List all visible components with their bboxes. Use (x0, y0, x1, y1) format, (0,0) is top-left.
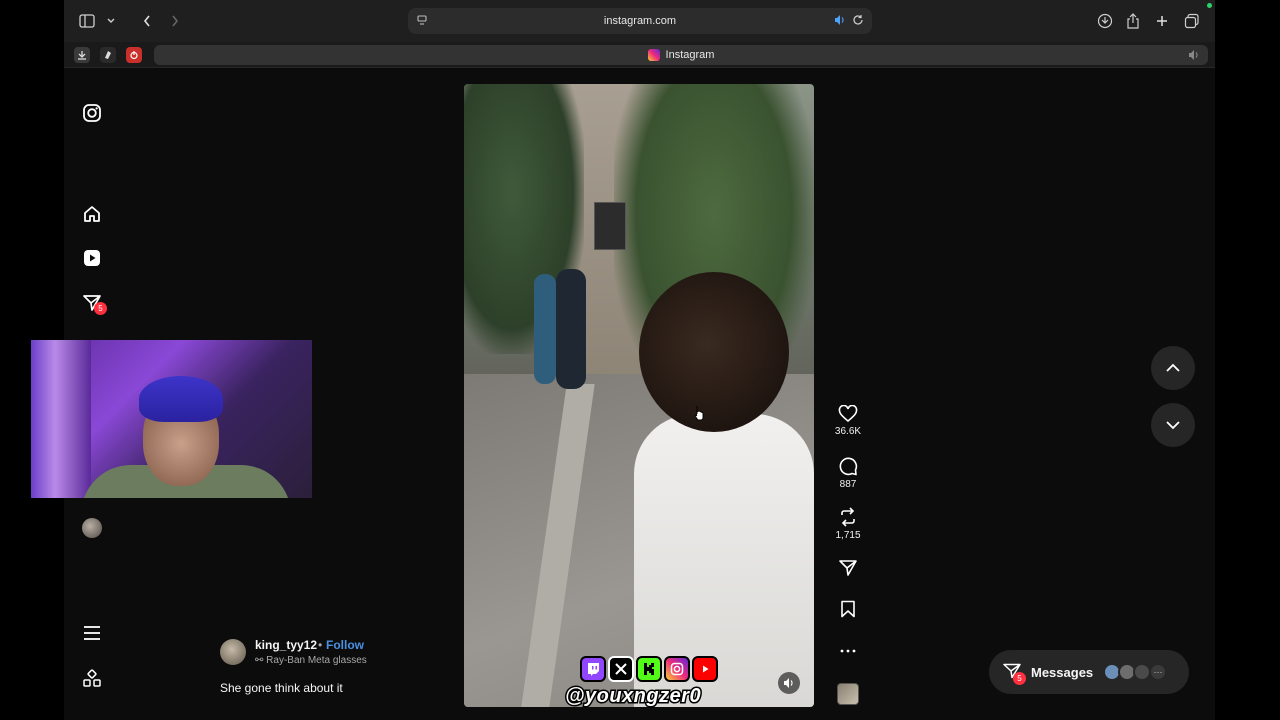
address-bar[interactable]: instagram.com (408, 8, 872, 34)
sidebar-toggle-icon[interactable] (76, 10, 98, 32)
author-avatar[interactable] (220, 639, 246, 665)
streamer-handle: @youxngzer0 (563, 684, 702, 709)
downloads-icon[interactable] (1094, 10, 1116, 32)
instagram-logo-icon[interactable] (81, 102, 103, 124)
reload-icon[interactable] (852, 14, 864, 29)
x-icon (608, 656, 634, 682)
reels-icon[interactable] (81, 247, 103, 269)
new-tab-icon[interactable] (1151, 10, 1173, 32)
tab-title: Instagram (665, 49, 715, 61)
next-reel-button[interactable] (1151, 403, 1195, 447)
messages-label: Messages (1031, 665, 1094, 680)
more-apps-icon[interactable] (81, 668, 103, 690)
repost-count: 1,715 (835, 530, 861, 541)
recording-indicator (1207, 3, 1212, 8)
heart-icon (838, 405, 858, 423)
comment-icon (839, 457, 858, 476)
notifications-badge: 5 (94, 302, 107, 315)
chevron-down-icon[interactable] (100, 10, 122, 32)
video-sign (594, 202, 626, 250)
separator-dot: • (318, 638, 323, 652)
device-label-row: ⚯ Ray-Ban Meta glasses (255, 655, 367, 666)
tab-overview-icon[interactable] (1181, 10, 1203, 32)
speaker-icon[interactable] (834, 14, 846, 29)
tab-audio-icon[interactable] (1188, 49, 1200, 64)
author-username[interactable]: king_tyy12 (255, 638, 317, 652)
url-text: instagram.com (603, 15, 677, 27)
forward-icon[interactable] (164, 10, 186, 32)
like-count: 36.6K (834, 426, 862, 437)
device-label: Ray-Ban Meta glasses (266, 655, 367, 666)
page-settings-icon[interactable] (416, 14, 428, 29)
hand-cursor-icon (693, 405, 705, 426)
more-avatars-icon: ··· (1149, 663, 1167, 681)
twitch-icon (580, 656, 606, 682)
repost-button[interactable]: 1,715 (832, 507, 864, 541)
webcam-durag (139, 376, 223, 422)
video-person-head (639, 272, 789, 432)
share-icon[interactable] (1122, 10, 1144, 32)
comment-button[interactable]: 887 (832, 456, 864, 490)
audio-thumbnail[interactable] (837, 683, 859, 705)
pinned-tab-power-icon[interactable] (126, 47, 142, 63)
video-walker (556, 269, 586, 389)
menu-icon[interactable] (81, 622, 103, 644)
tab-bar: Instagram (64, 42, 1215, 68)
mute-toggle-button[interactable] (778, 672, 800, 694)
instagram-icon (664, 656, 690, 682)
youtube-icon (692, 656, 718, 682)
save-button[interactable] (832, 600, 864, 618)
glasses-icon: ⚯ (255, 655, 267, 666)
pinned-tab-icon[interactable] (100, 47, 116, 63)
send-icon (839, 560, 857, 576)
repost-icon (841, 507, 855, 527)
back-icon[interactable] (136, 10, 158, 32)
like-button[interactable]: 36.6K (832, 405, 864, 437)
reel-video[interactable] (464, 84, 814, 707)
browser-toolbar: instagram.com (64, 0, 1215, 42)
instagram-favicon-icon (647, 49, 660, 61)
post-caption: She gone think about it (220, 681, 343, 695)
pinned-tab-download-icon[interactable] (74, 47, 90, 63)
letterbox-right (1215, 0, 1280, 720)
home-icon[interactable] (81, 203, 103, 225)
chevron-down-icon (1166, 421, 1180, 430)
video-walker (534, 274, 556, 384)
webcam-overlay (31, 340, 312, 498)
profile-avatar[interactable] (82, 518, 102, 538)
kick-icon (636, 656, 662, 682)
messages-button[interactable]: 5 Messages ··· (989, 650, 1189, 694)
social-icons (580, 656, 718, 682)
share-button[interactable] (832, 559, 864, 577)
active-tab[interactable]: Instagram (154, 45, 1208, 65)
messages-badge: 5 (1013, 672, 1026, 685)
chevron-up-icon (1166, 363, 1180, 372)
webcam-background-light (31, 340, 91, 498)
follow-button[interactable]: Follow (326, 638, 364, 652)
bookmark-icon (841, 600, 855, 618)
comment-count: 887 (839, 479, 857, 490)
more-icon (840, 649, 856, 653)
more-options-button[interactable] (832, 644, 864, 658)
previous-reel-button[interactable] (1151, 346, 1195, 390)
